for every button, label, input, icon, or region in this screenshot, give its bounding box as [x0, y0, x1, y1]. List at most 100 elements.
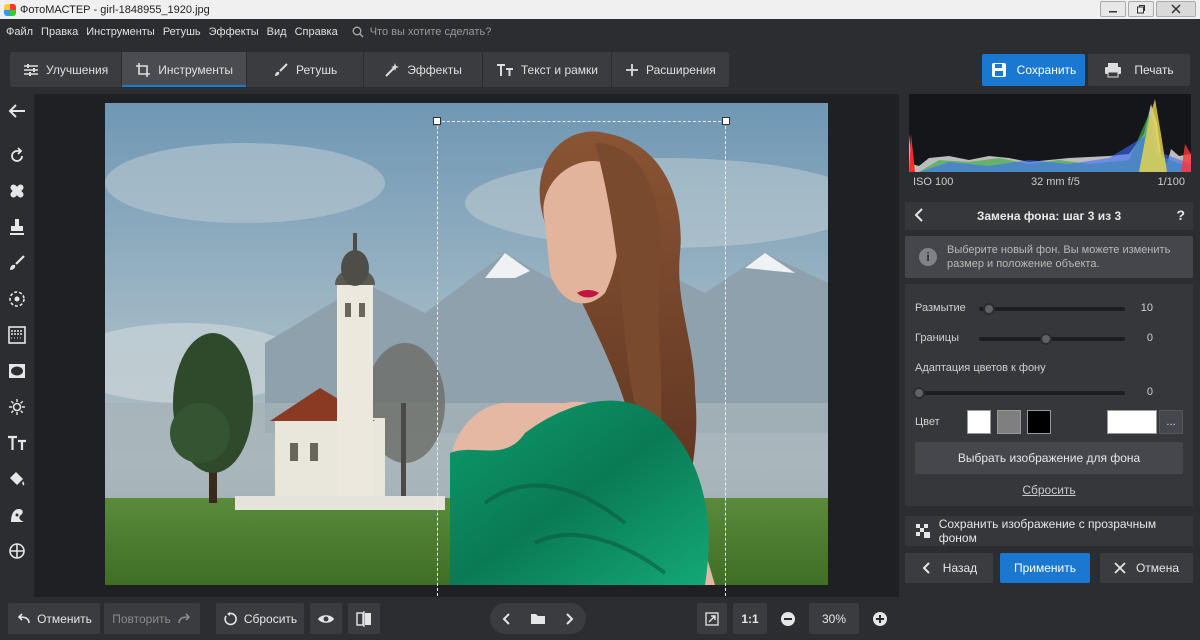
- command-search[interactable]: Что вы хотите сделать?: [352, 25, 492, 38]
- replace-bg-icon[interactable]: [5, 503, 29, 527]
- minus-circle-icon: [781, 611, 795, 626]
- info-line-2: размер и положение объекта.: [947, 258, 1100, 270]
- plus-icon: [626, 63, 638, 76]
- cancel-button[interactable]: Отмена: [1100, 553, 1193, 583]
- reset-link[interactable]: Сбросить: [905, 483, 1193, 497]
- custom-color-swatch[interactable]: [1107, 410, 1157, 434]
- open-folder-button[interactable]: [522, 612, 554, 625]
- reset-label: Сбросить: [243, 611, 298, 626]
- apply-button[interactable]: Применить: [1000, 553, 1090, 583]
- iso-value: ISO 100: [913, 176, 954, 188]
- search-placeholder: Что вы хотите сделать?: [369, 25, 492, 38]
- tab-label: Текст и рамки: [520, 62, 598, 77]
- edges-label: Границы: [915, 332, 959, 344]
- back-arrow-icon[interactable]: [5, 99, 29, 123]
- edges-slider[interactable]: [979, 333, 1125, 345]
- folder-icon: [531, 614, 545, 624]
- back-button[interactable]: Назад: [905, 553, 993, 583]
- main-toolbar: Улучшения Инструменты Ретушь Эффекты Тек…: [0, 44, 1200, 94]
- title-bar: ФотоМАСТЕР - girl-1848955_1920.jpg: [0, 0, 1200, 19]
- panel-title: Замена фона: шаг 3 из 3: [976, 209, 1122, 223]
- crop-icon: [136, 62, 151, 77]
- restore-icon: [1137, 5, 1145, 14]
- sliders-icon: [24, 63, 38, 76]
- chevron-left-icon: [922, 562, 930, 574]
- fit-to-screen-button[interactable]: [697, 603, 727, 634]
- more-colors-button[interactable]: ...: [1159, 410, 1183, 434]
- swatch-black[interactable]: [1027, 410, 1051, 434]
- swatch-white[interactable]: [967, 410, 991, 434]
- crop-handle-top-left[interactable]: [433, 117, 441, 125]
- tab-effects[interactable]: Эффекты: [364, 52, 483, 87]
- menu-help[interactable]: Справка: [295, 26, 338, 38]
- redo-button[interactable]: Повторить: [104, 603, 200, 634]
- window-title: ФотоМАСТЕР - girl-1848955_1920.jpg: [20, 3, 210, 16]
- compare-button[interactable]: [348, 603, 380, 634]
- info-line-1: Выберите новый фон. Вы можете изменить: [947, 244, 1171, 256]
- zoom-level[interactable]: 30%: [809, 603, 859, 634]
- next-file-button[interactable]: [554, 612, 586, 626]
- slider-thumb[interactable]: [913, 387, 925, 399]
- tab-improvements[interactable]: Улучшения: [10, 52, 123, 87]
- undo-icon: [17, 612, 30, 623]
- menu-view[interactable]: Вид: [267, 26, 287, 38]
- prev-file-button[interactable]: [490, 612, 522, 626]
- chevron-left-icon[interactable]: [913, 207, 925, 226]
- restore-button[interactable]: [1128, 1, 1154, 17]
- save-button[interactable]: Сохранить: [982, 54, 1085, 86]
- light-icon[interactable]: [5, 395, 29, 419]
- transparency-icon: [916, 524, 930, 538]
- undo-button[interactable]: Отменить: [8, 603, 100, 634]
- brush-icon[interactable]: [5, 251, 29, 275]
- eye-icon: [318, 614, 334, 623]
- tab-tools[interactable]: Инструменты: [122, 52, 248, 87]
- print-button[interactable]: Печать: [1088, 54, 1190, 86]
- tab-extensions[interactable]: Расширения: [612, 52, 729, 87]
- target-icon[interactable]: [5, 287, 29, 311]
- color-adapt-value: 0: [1146, 386, 1153, 398]
- color-adapt-slider[interactable]: [913, 387, 1125, 399]
- slider-thumb[interactable]: [983, 303, 995, 315]
- text-icon: [496, 63, 513, 76]
- save-transparent-label: Сохранить изображение с прозрачным фоном: [938, 517, 1157, 545]
- right-panel: ISO 100 32 mm f/5 1/100 Замена фона: шаг…: [898, 94, 1200, 597]
- minimize-icon: [1109, 11, 1117, 13]
- minimize-button[interactable]: [1100, 1, 1126, 17]
- tab-retouch[interactable]: Ретушь: [247, 52, 365, 87]
- menu-edit[interactable]: Правка: [41, 26, 78, 38]
- preview-toggle[interactable]: [310, 603, 342, 634]
- menu-tools[interactable]: Инструменты: [86, 26, 155, 38]
- zoom-out-button[interactable]: [773, 603, 803, 634]
- window-controls: [1100, 1, 1196, 17]
- tab-label: Инструменты: [158, 62, 234, 77]
- menu-retouch[interactable]: Ретушь: [163, 26, 201, 38]
- actual-size-button[interactable]: 1:1: [733, 603, 767, 634]
- crosshair-icon[interactable]: [5, 539, 29, 563]
- expand-icon: [705, 611, 719, 626]
- blur-slider[interactable]: [979, 303, 1125, 315]
- help-button[interactable]: ?: [1176, 207, 1185, 223]
- close-button[interactable]: [1156, 1, 1196, 17]
- swatch-gray[interactable]: [997, 410, 1021, 434]
- canvas-area[interactable]: [34, 94, 898, 601]
- rotate-icon[interactable]: [5, 144, 29, 168]
- tab-text-frames[interactable]: Текст и рамки: [483, 52, 612, 87]
- fill-icon[interactable]: [5, 467, 29, 491]
- crop-handle-top-right[interactable]: [722, 117, 730, 125]
- crop-frame[interactable]: [437, 121, 726, 601]
- slider-thumb[interactable]: [1040, 333, 1052, 345]
- vignette-icon[interactable]: [5, 359, 29, 383]
- text-icon[interactable]: [5, 431, 29, 455]
- magic-wand-icon: [385, 62, 400, 77]
- gradient-icon[interactable]: [5, 323, 29, 347]
- save-transparent-button[interactable]: Сохранить изображение с прозрачным фоном: [905, 516, 1193, 546]
- pick-background-button[interactable]: Выбрать изображение для фона: [915, 442, 1183, 474]
- zoom-in-button[interactable]: [865, 603, 895, 634]
- app-logo-icon: [4, 3, 16, 16]
- menu-file[interactable]: Файл: [6, 26, 33, 38]
- stamp-icon[interactable]: [5, 215, 29, 239]
- search-icon: [352, 26, 364, 38]
- menu-effects[interactable]: Эффекты: [209, 26, 259, 38]
- reset-button[interactable]: Сбросить: [216, 603, 304, 634]
- healing-icon[interactable]: [5, 179, 29, 203]
